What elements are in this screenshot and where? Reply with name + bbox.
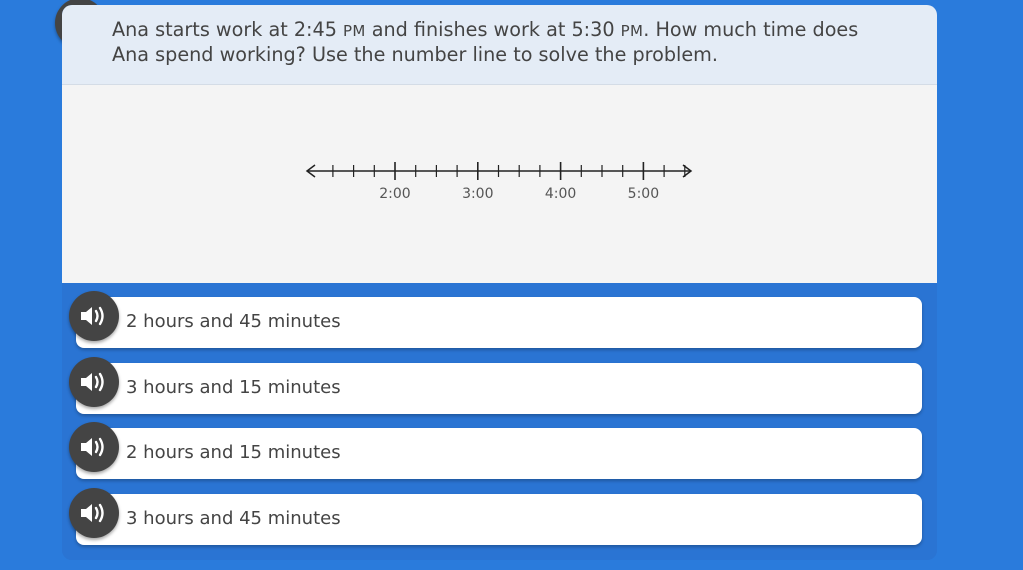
question-header: Ana starts work at 2:45 PM and finishes … [62,5,937,85]
tick-label: 2:00 [379,186,410,202]
question-text: Ana starts work at 2:45 PM and finishes … [112,18,912,67]
question-card: Ana starts work at 2:45 PM and finishes … [62,5,937,560]
answer-label: 3 hours and 15 minutes [126,377,341,398]
answers-area: 2 hours and 45 minutes 3 hours and 15 mi… [62,283,937,560]
answer-4-audio-button[interactable] [69,488,119,538]
speaker-icon [81,372,104,392]
answer-3-audio-button[interactable] [69,422,119,472]
answer-option-2[interactable]: 3 hours and 15 minutes [76,363,922,414]
answer-1-audio-button[interactable] [69,291,119,341]
pm-label: PM [620,22,644,40]
number-line: 2:003:004:005:006:00 [305,162,693,202]
speaker-icon [81,306,104,326]
answer-label: 3 hours and 45 minutes [126,508,341,529]
tick-label: 4:00 [545,186,576,202]
answer-label: 2 hours and 15 minutes [126,442,341,463]
tick-label: 5:00 [628,186,659,202]
pm-label: PM [343,22,366,40]
question-text-line2: Ana spend working? Use the number line t… [112,43,718,66]
question-text-end: . How much time does [643,18,859,41]
tick-label: 3:00 [462,186,493,202]
answer-label: 2 hours and 45 minutes [126,311,341,332]
question-text-start: Ana starts work at 2:45 [112,18,344,41]
speaker-icon [81,437,104,457]
answer-option-4[interactable]: 3 hours and 45 minutes [76,494,922,545]
figure-area: 2:003:004:005:006:00 [62,85,937,283]
answer-option-1[interactable]: 2 hours and 45 minutes [76,297,922,348]
speaker-icon [81,503,104,523]
question-text-mid: and finishes work at 5:30 [365,18,621,41]
answer-option-3[interactable]: 2 hours and 15 minutes [76,428,922,479]
answer-2-audio-button[interactable] [69,357,119,407]
